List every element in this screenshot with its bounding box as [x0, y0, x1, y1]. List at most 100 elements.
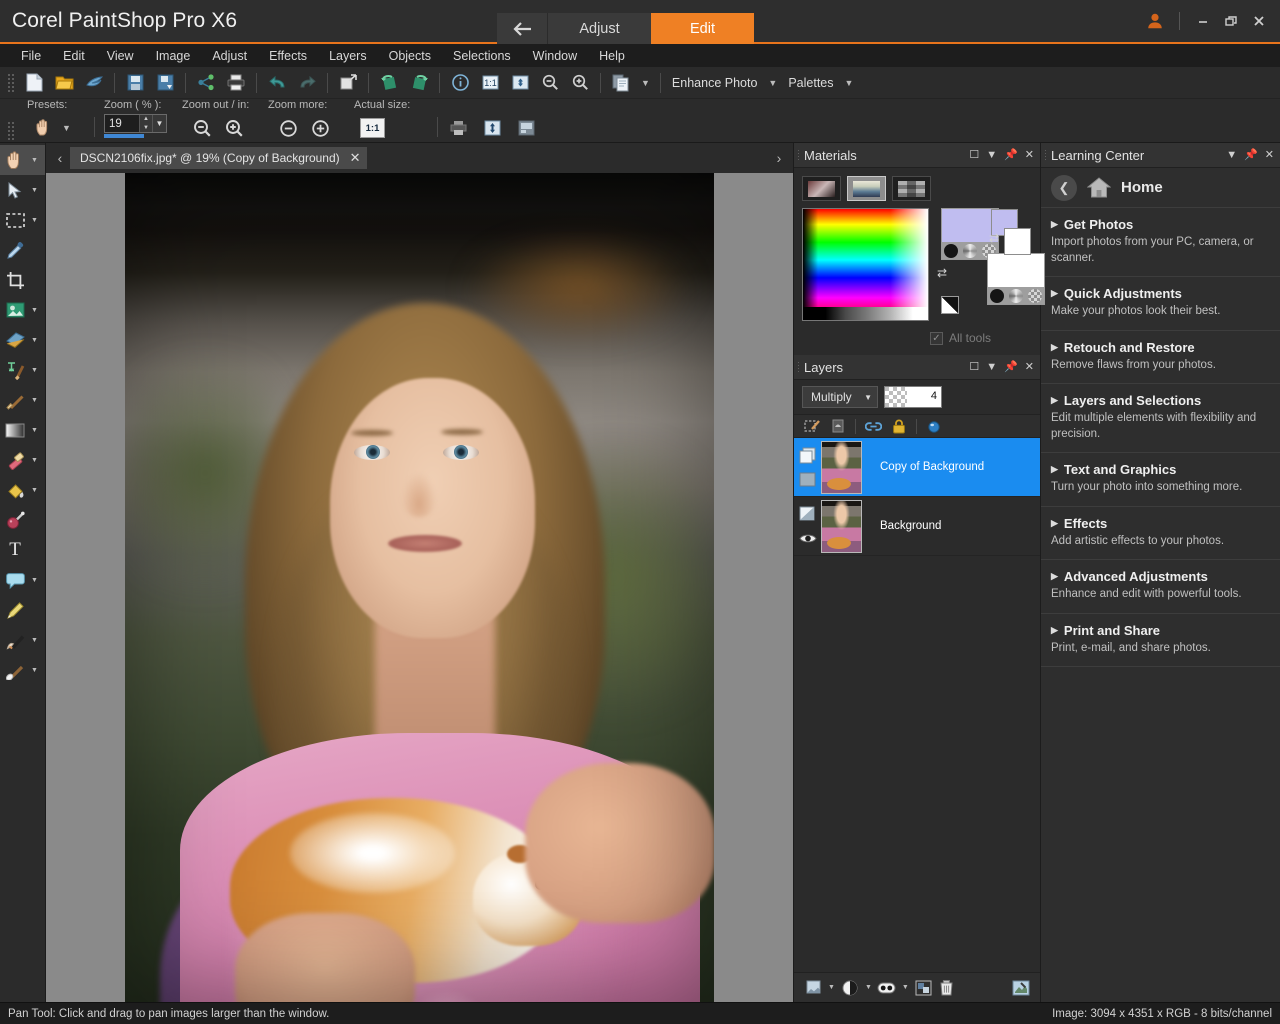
zoom-value[interactable]: 19 [105, 115, 139, 132]
redo-icon[interactable] [292, 69, 322, 97]
zoom-out-icon[interactable] [535, 69, 565, 97]
straighten-tool[interactable]: ▼ [0, 295, 45, 325]
link-icon[interactable] [861, 416, 885, 436]
materials-rainbow-tab[interactable] [847, 176, 886, 201]
layers-close-icon[interactable]: ✕ [1025, 362, 1034, 373]
all-tools-checkbox[interactable]: ✓ [930, 332, 943, 345]
foreground-gradient-icon[interactable] [963, 244, 977, 258]
learning-center-menu-icon[interactable]: ▼ [1226, 150, 1237, 161]
pick-tool-caret[interactable]: ▼ [31, 187, 38, 194]
panel-grip[interactable] [1044, 149, 1048, 162]
flood-fill-tool[interactable]: ▼ [0, 475, 45, 505]
zoom-more-out-button[interactable] [276, 114, 300, 142]
tabs-prev-button[interactable]: ‹ [50, 150, 70, 166]
learning-center-item-get-photos[interactable]: ▶Get Photos Import photos from your PC, … [1041, 208, 1280, 277]
arrange-windows-icon[interactable] [511, 114, 541, 142]
share-icon[interactable] [191, 69, 221, 97]
warp-brush-tool-caret[interactable]: ▼ [31, 637, 38, 644]
layer-row[interactable]: Copy of Background [794, 438, 1040, 497]
materials-pin-icon[interactable]: 📌 [1004, 150, 1018, 161]
blend-mode-select[interactable]: Multiply ▼ [802, 386, 878, 408]
menu-image[interactable]: Image [145, 47, 202, 65]
merge-layers-icon[interactable] [913, 977, 935, 999]
save-as-icon[interactable] [150, 69, 180, 97]
print-preview-icon[interactable] [443, 114, 473, 142]
materials-frame-tab[interactable] [802, 176, 841, 201]
open-icon[interactable] [49, 69, 79, 97]
fit-image-icon[interactable] [477, 114, 507, 142]
new-mask-icon[interactable] [876, 977, 898, 999]
undo-icon[interactable] [262, 69, 292, 97]
shape-tool[interactable]: ▼ [0, 565, 45, 595]
photo-image[interactable] [125, 173, 714, 1002]
duplicate-dropdown-caret[interactable]: ▼ [636, 78, 655, 88]
foreground-solid-icon[interactable] [944, 244, 958, 258]
zoom-out-button[interactable] [190, 114, 214, 142]
pan-tool-caret[interactable]: ▼ [31, 157, 38, 164]
home-icon[interactable] [1087, 177, 1111, 198]
clone-brush-tool[interactable]: ▼ [0, 355, 45, 385]
close-button[interactable] [1246, 8, 1272, 34]
learning-center-item-retouch-and-restore[interactable]: ▶Retouch and Restore Remove flaws from y… [1041, 331, 1280, 385]
tabs-next-button[interactable]: › [769, 150, 789, 166]
straighten-tool-caret[interactable]: ▼ [31, 307, 38, 314]
mesh-warp-tool[interactable]: ▼ [0, 655, 45, 685]
pick-tool[interactable]: ▼ [0, 175, 45, 205]
actual-size-button[interactable]: 1:1 [360, 118, 385, 138]
layer-properties-icon[interactable] [1010, 977, 1032, 999]
zoom-slider[interactable] [104, 134, 144, 138]
grayscale-strip[interactable] [803, 307, 928, 320]
zoom-in-icon[interactable] [565, 69, 595, 97]
presets-caret[interactable]: ▼ [57, 123, 76, 133]
tool-options-grip[interactable] [8, 120, 15, 142]
new-adjustment-layer-caret-icon[interactable]: ▼ [862, 984, 875, 991]
document-tab[interactable]: DSCN2106fix.jpg* @ 19% (Copy of Backgrou… [70, 147, 367, 169]
presets-hand-icon[interactable] [31, 114, 57, 142]
color-changer-tool[interactable] [0, 505, 45, 535]
zoom-spin-buttons[interactable]: ▲▼ [139, 115, 152, 132]
palettes-caret[interactable]: ▼ [840, 78, 859, 88]
background-pattern-icon[interactable] [1028, 289, 1042, 303]
actual-size-icon[interactable]: 1:1 [475, 69, 505, 97]
background-material[interactable] [987, 253, 1045, 305]
zoom-spinner[interactable]: 19 ▲▼ ▼ [104, 114, 167, 133]
menu-window[interactable]: Window [522, 47, 588, 65]
selection-tool-caret[interactable]: ▼ [31, 217, 38, 224]
sign-in-icon[interactable] [1141, 8, 1169, 34]
crop-tool[interactable] [0, 265, 45, 295]
learning-center-item-effects[interactable]: ▶Effects Add artistic effects to your ph… [1041, 507, 1280, 561]
learning-center-item-advanced-adjustments[interactable]: ▶Advanced Adjustments Enhance and edit w… [1041, 560, 1280, 614]
flood-fill-tool-caret[interactable]: ▼ [31, 487, 38, 494]
background-solid-icon[interactable] [990, 289, 1004, 303]
rotate-left-icon[interactable] [374, 69, 404, 97]
layers-menu-icon[interactable]: ▼ [986, 362, 997, 373]
palettes-button[interactable]: Palettes [782, 76, 839, 90]
mesh-warp-tool-caret[interactable]: ▼ [31, 667, 38, 674]
toolbar-grip[interactable] [8, 72, 15, 94]
layers-pin-icon[interactable]: 📌 [1004, 362, 1018, 373]
warp-brush-tool[interactable]: ▼ [0, 625, 45, 655]
pan-tool[interactable]: ▼ [0, 145, 45, 175]
new-layer-caret-icon[interactable]: ▼ [825, 984, 838, 991]
panel-grip[interactable] [797, 149, 801, 162]
layer-row[interactable]: Background [794, 497, 1040, 556]
duplicate-icon[interactable] [606, 69, 636, 97]
reset-black-white-icon[interactable] [941, 296, 959, 314]
tab-adjust[interactable]: Adjust [548, 13, 651, 44]
menu-effects[interactable]: Effects [258, 47, 318, 65]
new-mask-caret-icon[interactable]: ▼ [899, 984, 912, 991]
gradient-tool[interactable]: ▼ [0, 415, 45, 445]
layers-maximize-icon[interactable]: ☐ [969, 362, 979, 373]
swap-colors-icon[interactable]: ⇄ [989, 231, 999, 245]
expand-triangle-icon[interactable]: ▶ [1051, 395, 1058, 406]
menu-adjust[interactable]: Adjust [201, 47, 258, 65]
learning-center-back-icon[interactable]: ❮ [1051, 175, 1077, 201]
new-mask-layer-icon[interactable] [826, 416, 850, 436]
expand-triangle-icon[interactable]: ▶ [1051, 288, 1058, 299]
eraser-tool[interactable]: ▼ [0, 445, 45, 475]
info-icon[interactable] [445, 69, 475, 97]
revert-icon[interactable] [333, 69, 363, 97]
paint-brush-tool[interactable]: ▼ [0, 385, 45, 415]
menu-layers[interactable]: Layers [318, 47, 378, 65]
menu-help[interactable]: Help [588, 47, 636, 65]
